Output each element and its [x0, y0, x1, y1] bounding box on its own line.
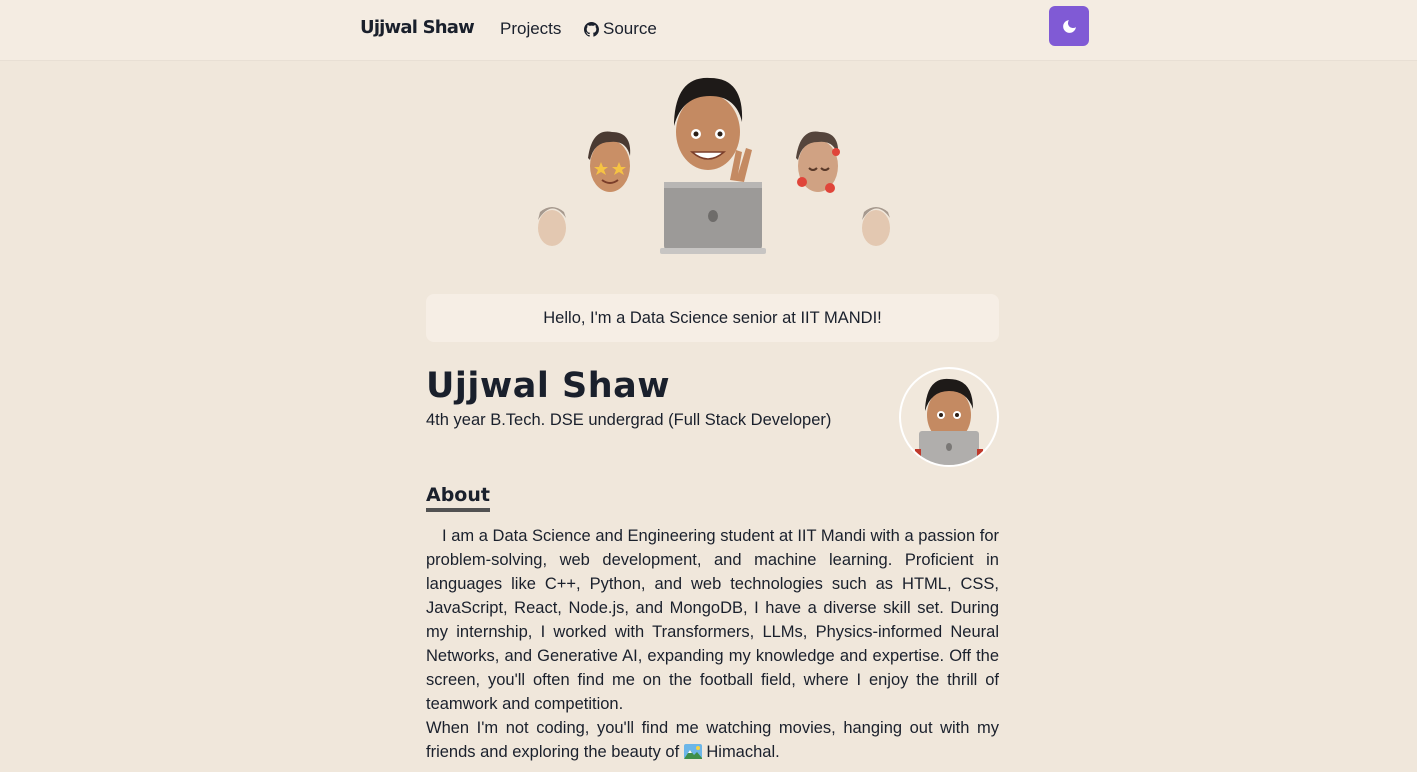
hobbies-text-suffix: Himachal. [706, 743, 780, 761]
about-paragraph-hobbies: When I'm not coding, you'll find me watc… [426, 716, 999, 764]
greeting-banner: Hello, I'm a Data Science senior at IIT … [426, 294, 999, 342]
navbar: Ujjwal Shaw Projects Source [0, 0, 1417, 60]
profile-subtitle: 4th year B.Tech. DSE undergrad (Full Sta… [426, 411, 832, 429]
profile-name: Ujjwal Shaw [426, 366, 671, 406]
memoji-star-eyes [588, 131, 631, 192]
mountain-landscape-icon [683, 744, 702, 759]
memoji-small-left [538, 207, 566, 246]
nav-source-link[interactable]: Source [584, 19, 657, 39]
theme-toggle-button[interactable] [1049, 6, 1089, 46]
memoji-hearts [796, 131, 840, 193]
nav-projects-link[interactable]: Projects [500, 19, 561, 39]
moon-icon [1062, 19, 1076, 33]
brand-logo[interactable]: Ujjwal Shaw [360, 17, 475, 38]
memoji-small-right [862, 207, 890, 246]
hero-illustration [538, 77, 890, 254]
avatar [899, 367, 999, 467]
nav-source-label: Source [603, 19, 657, 38]
about-paragraph: I am a Data Science and Engineering stud… [426, 527, 999, 713]
github-icon [584, 21, 599, 37]
memoji-main [660, 77, 766, 254]
about-heading: About [426, 484, 490, 512]
